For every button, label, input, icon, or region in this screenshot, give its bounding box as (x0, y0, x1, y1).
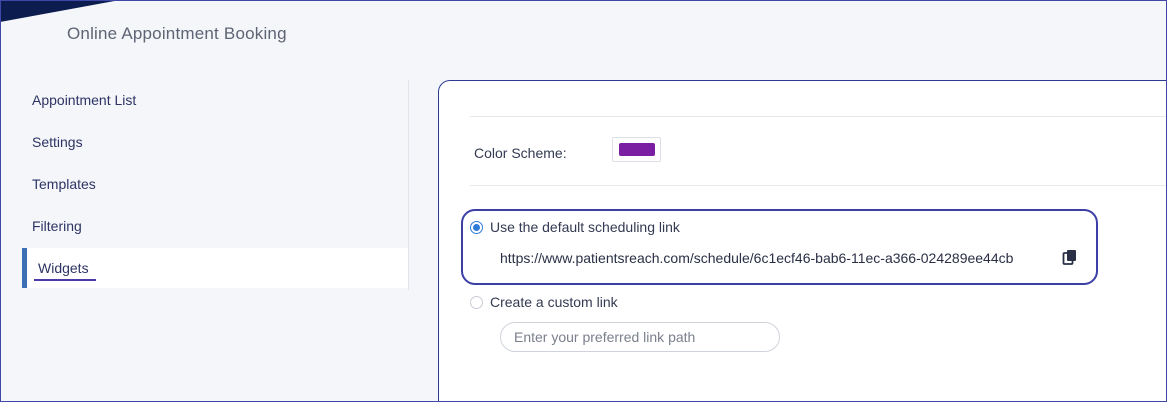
active-indicator (22, 248, 27, 288)
sidebar-item-label: Widgets (38, 260, 89, 276)
color-scheme-picker[interactable] (612, 137, 661, 162)
sidebar-nav: Appointment List Settings Templates Filt… (22, 80, 408, 290)
custom-link-label: Create a custom link (490, 294, 618, 310)
sidebar-divider (408, 80, 409, 290)
active-underline (34, 279, 96, 281)
custom-link-radio[interactable] (470, 296, 483, 309)
sidebar-item-label: Templates (32, 176, 96, 192)
custom-link-input[interactable] (500, 322, 780, 352)
header-corner-decoration (0, 0, 120, 22)
default-link-radio[interactable] (470, 221, 483, 234)
default-link-label: Use the default scheduling link (490, 219, 680, 235)
sidebar-item-label: Appointment List (32, 92, 137, 108)
divider (470, 116, 1167, 117)
sidebar-item-filtering[interactable]: Filtering (22, 206, 408, 246)
copy-icon[interactable] (1062, 249, 1078, 265)
color-scheme-label: Color Scheme: (474, 145, 567, 161)
sidebar-item-label: Filtering (32, 218, 82, 234)
divider (470, 185, 1167, 186)
sidebar-item-templates[interactable]: Templates (22, 164, 408, 204)
color-swatch (619, 143, 655, 156)
page-title: Online Appointment Booking (67, 24, 287, 43)
sidebar-item-widgets[interactable]: Widgets (22, 248, 408, 288)
sidebar-item-appointment-list[interactable]: Appointment List (22, 80, 408, 120)
default-link-url: https://www.patientsreach.com/schedule/6… (500, 250, 1014, 266)
sidebar-item-settings[interactable]: Settings (22, 122, 408, 162)
sidebar-item-label: Settings (32, 134, 83, 150)
